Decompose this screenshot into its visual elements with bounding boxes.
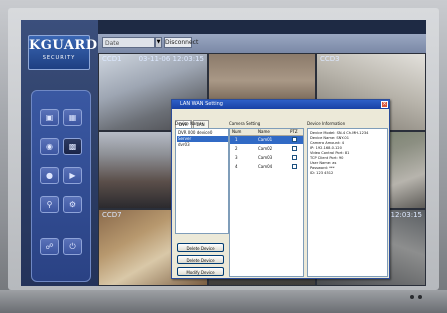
camera-setting-label: Camera Setting [229,121,261,126]
dialog-tabs: DVR LAN [175,111,210,128]
delete-device-button[interactable]: Delete Device [177,243,224,252]
camera-table: Num Name PTZ 1 Cam01 2 Cam02 3 Cam03 4 C… [229,128,304,277]
chevron-down-icon[interactable]: ▼ [155,37,162,48]
search-icon[interactable]: ⚲ [40,196,59,213]
close-icon[interactable]: × [381,101,388,108]
info-line: User Name: as [310,161,337,165]
camera-label: CCD3 [320,55,340,63]
power-led-icon [410,295,414,299]
device-list[interactable]: DVR 000 device0 Server dvr03 [175,128,229,234]
table-row[interactable]: 3 Cam03 [230,154,303,162]
network-icon[interactable]: ☍ [40,238,59,255]
timestamp: 03-11-06 12:03:15 [138,55,204,63]
dialog-titlebar[interactable]: LAN WAN Setting × [172,100,389,109]
monitor-base [0,290,447,313]
info-line: Password: *** [310,166,335,170]
cam-name: Cam01 [258,137,273,142]
logo-text: KGUARD [29,38,98,53]
control-panel: KGUARD SECURITY ▣ ▦ ◉ ▩ ● ▶ ⚲ ⚙ ☍ ⏻ [21,20,98,286]
ptz-checkbox[interactable] [292,155,297,160]
logo-subtext: SECURITY [42,55,76,61]
device-name-label: Device Name [175,121,202,126]
table-row[interactable]: 1 Cam01 [230,136,303,144]
control-buttons: ▣ ▦ ◉ ▩ ● ▶ ⚲ ⚙ ☍ ⏻ [31,90,91,282]
cam-num: 3 [235,155,238,160]
dvr-screen: KGUARD SECURITY ▣ ▦ ◉ ▩ ● ▶ ⚲ ⚙ ☍ ⏻ Date… [21,20,426,286]
info-line: Camera Amount: 4 [310,141,345,145]
record-icon[interactable]: ● [40,167,59,184]
camera-icon[interactable]: ▣ [40,109,59,126]
camera-label: CCD7 [102,211,122,219]
disconnect-button[interactable]: Disconnect [164,37,198,48]
kguard-logo: KGUARD SECURITY [28,35,98,70]
header-ptz: PTZ [290,129,298,134]
table-row[interactable]: 2 Cam02 [230,145,303,153]
info-line: Video Control Port: 81 [310,151,350,155]
info-line: TCP Client Port: 90 [310,156,344,160]
device-info-panel: Device Model: SN-4 Ch.MH-1234 Device Nam… [307,128,388,277]
cam-num: 4 [235,164,238,169]
date-field[interactable]: Date [102,37,155,48]
power-button-icon[interactable] [418,295,422,299]
header-name: Name [258,129,270,134]
cam-name: Cam03 [258,155,273,160]
device-info-label: Device Information [307,121,346,126]
info-line: ID: 123 4512 [310,171,334,175]
dialog-title: LAN WAN Setting [180,101,223,107]
info-line: Device Name: SNY-01 [310,136,349,140]
info-line: IP: 192.168.0.120 [310,146,342,150]
lan-wan-setting-dialog: LAN WAN Setting × DVR LAN Device Name DVR… [171,99,390,279]
table-header: Num Name PTZ [230,129,303,136]
top-toolbar: Date ▼ Disconnect [98,34,426,53]
ptz-checkbox[interactable] [292,146,297,151]
cam-num: 2 [235,146,238,151]
zoom-icon[interactable]: ◉ [40,138,59,155]
camera-label: CCD1 [102,55,122,63]
list-item[interactable]: dvr03 [178,142,190,148]
exit-icon[interactable]: ⏻ [63,238,82,255]
playback-icon[interactable]: ▶ [63,167,82,184]
cam-num: 1 [235,137,238,142]
delete-device-button[interactable]: Delete Device [177,255,224,264]
settings-icon[interactable]: ⚙ [63,196,82,213]
ptz-checkbox[interactable] [292,164,297,169]
cam-name: Cam02 [258,146,273,151]
split-icon[interactable]: ▦ [63,109,82,126]
header-num: Num [232,129,242,134]
timestamp: 12:03:15 [390,211,422,219]
grid-icon[interactable]: ▩ [63,138,82,155]
cam-name: Cam04 [258,164,273,169]
info-line: Device Model: SN-4 Ch.MH-1234 [310,131,369,135]
table-row[interactable]: 4 Cam04 [230,163,303,171]
modify-device-button[interactable]: Modify Device [177,267,224,276]
ptz-checkbox[interactable] [292,137,297,142]
